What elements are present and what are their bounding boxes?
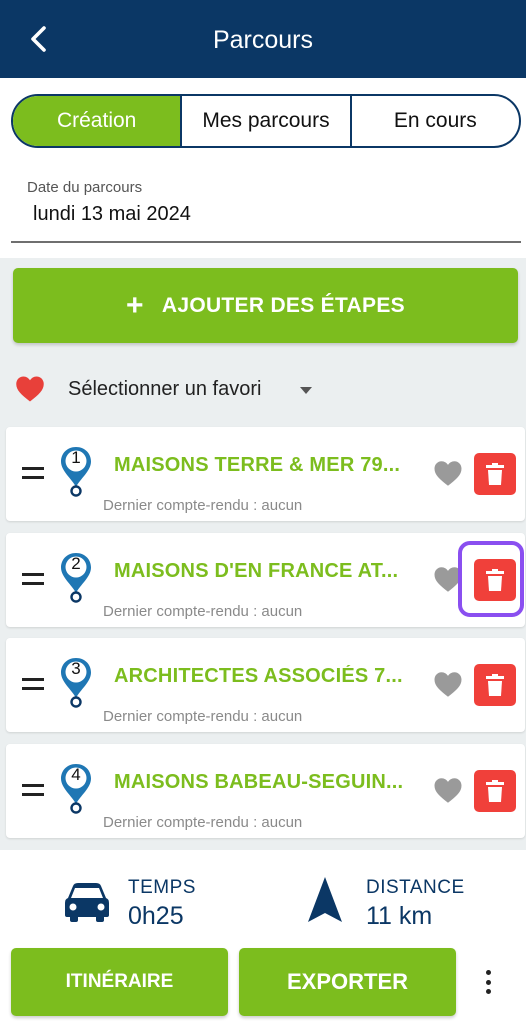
drag-handle-icon[interactable] [22, 467, 44, 479]
tab-mes-parcours[interactable]: Mes parcours [180, 96, 349, 146]
trash-icon [486, 463, 504, 485]
stop-number: 1 [71, 448, 81, 467]
itinerary-button[interactable]: ITINÉRAIRE [11, 948, 228, 1016]
drag-handle-icon[interactable] [22, 573, 44, 585]
segmented-tabs: Création Mes parcours En cours [11, 94, 521, 148]
stop-last-report: Dernier compte-rendu : aucun [103, 814, 303, 831]
map-pin-icon: 3 [58, 656, 94, 710]
plus-icon: + [126, 288, 144, 322]
top-app-bar: Parcours [0, 0, 526, 78]
page-title: Parcours [212, 26, 314, 54]
stop-card-2[interactable]: 2 MAISONS D'EN FRANCE AT... Dernier comp… [6, 533, 525, 627]
favorite-toggle-button[interactable] [431, 668, 465, 700]
stop-last-report: Dernier compte-rendu : aucun [103, 708, 303, 725]
heart-icon [434, 460, 462, 486]
car-icon [65, 883, 109, 922]
distance-value: 11 km [366, 902, 433, 930]
drag-handle-icon[interactable] [22, 784, 44, 796]
add-stops-button[interactable]: + AJOUTER DES ÉTAPES [13, 268, 518, 343]
date-field[interactable]: Date du parcours lundi 13 mai 2024 [11, 170, 521, 243]
more-vertical-icon[interactable] [478, 966, 498, 998]
map-pin-icon: 1 [58, 445, 94, 499]
stop-card-4[interactable]: 4 MAISONS BABEAU-SEGUIN... Dernier compt… [6, 744, 525, 838]
map-pin-icon: 4 [58, 762, 94, 816]
tab-creation[interactable]: Création [13, 96, 181, 146]
stop-card-3[interactable]: 3 ARCHITECTES ASSOCIÉS 7... Dernier comp… [6, 638, 525, 732]
stop-name: MAISONS BABEAU-SEGUIN... [114, 771, 404, 793]
stop-name: MAISONS TERRE & MER 79... [114, 454, 401, 476]
tab-en-cours[interactable]: En cours [349, 96, 519, 146]
trash-icon [486, 780, 504, 802]
stop-last-report: Dernier compte-rendu : aucun [103, 497, 303, 514]
heart-icon [434, 671, 462, 697]
heart-icon [434, 777, 462, 803]
date-field-value[interactable]: lundi 13 mai 2024 [33, 203, 191, 226]
add-stops-label: AJOUTER DES ÉTAPES [161, 293, 405, 317]
focus-highlight [458, 541, 524, 617]
stop-card-1[interactable]: 1 MAISONS TERRE & MER 79... Dernier comp… [6, 427, 525, 521]
distance-label: DISTANCE [366, 877, 465, 898]
navigation-arrow-icon [308, 877, 342, 922]
delete-stop-button[interactable] [474, 664, 516, 706]
stop-number: 4 [71, 765, 81, 784]
caret-down-icon [300, 387, 312, 394]
stop-name: MAISONS D'EN FRANCE AT... [114, 560, 399, 582]
date-field-label: Date du parcours [27, 179, 143, 196]
favorite-toggle-button[interactable] [431, 457, 465, 489]
stop-number: 3 [71, 659, 81, 678]
stop-number: 2 [71, 554, 81, 573]
favorite-toggle-button[interactable] [431, 774, 465, 806]
stop-name: ARCHITECTES ASSOCIÉS 7... [114, 665, 403, 687]
delete-stop-button[interactable] [474, 770, 516, 812]
heart-icon [16, 376, 44, 402]
time-label: TEMPS [128, 877, 196, 898]
delete-stop-button[interactable] [474, 453, 516, 495]
export-button[interactable]: EXPORTER [239, 948, 456, 1016]
favorite-selector-label: Sélectionner un favori [68, 378, 262, 400]
drag-handle-icon[interactable] [22, 678, 44, 690]
map-pin-icon: 2 [58, 551, 94, 605]
stop-last-report: Dernier compte-rendu : aucun [103, 603, 303, 620]
favorite-selector[interactable]: Sélectionner un favori [0, 370, 526, 410]
trash-icon [486, 674, 504, 696]
route-summary: TEMPS 0h25 DISTANCE 11 km [0, 870, 526, 940]
time-value: 0h25 [128, 902, 184, 930]
